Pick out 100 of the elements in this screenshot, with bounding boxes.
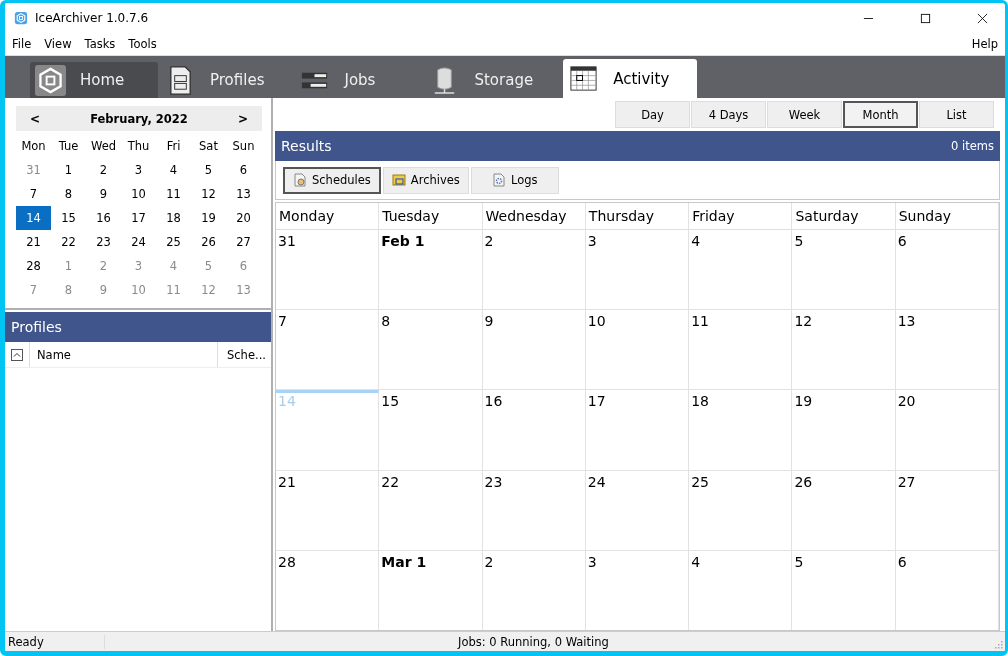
day-cell[interactable]: 20 — [895, 390, 999, 470]
day-cell[interactable]: 28 — [276, 550, 380, 630]
day-cell[interactable]: 23 — [482, 470, 586, 550]
calendar-day[interactable]: 11 — [156, 182, 191, 206]
calendar-day[interactable]: 4 — [156, 158, 191, 182]
calendar-day[interactable]: 10 — [121, 182, 156, 206]
calendar-day[interactable]: 16 — [86, 206, 121, 230]
column-header[interactable]: Name — [29, 342, 217, 367]
day-cell[interactable]: 8 — [379, 310, 483, 390]
day-cell[interactable]: 9 — [482, 310, 586, 390]
calendar-day[interactable]: 24 — [121, 230, 156, 254]
calendar-day[interactable]: 9 — [86, 182, 121, 206]
menu-item[interactable]: View — [40, 37, 76, 51]
calendar-day[interactable]: 14 — [16, 206, 51, 230]
calendar-day[interactable]: 28 — [16, 254, 51, 278]
calendar-day[interactable]: 7 — [16, 278, 51, 302]
calendar-day[interactable]: 3 — [121, 158, 156, 182]
resize-grip-icon[interactable] — [993, 639, 1003, 649]
calendar-day[interactable]: 26 — [191, 230, 226, 254]
day-cell[interactable]: Mar 1 — [379, 550, 483, 630]
day-cell[interactable]: 18 — [689, 390, 793, 470]
collapse-icon[interactable] — [11, 348, 23, 361]
weekday-label: Fri — [166, 139, 181, 153]
calendar-day[interactable]: 12 — [191, 182, 226, 206]
day-cell[interactable]: 5 — [792, 230, 896, 310]
day-cell[interactable]: 22 — [379, 470, 483, 550]
menu-item[interactable]: Help — [967, 37, 1002, 51]
day-cell[interactable]: 6 — [895, 230, 999, 310]
day-cell[interactable]: 7 — [276, 310, 380, 390]
menu-item[interactable]: Tools — [124, 37, 161, 51]
nav-tab[interactable]: Storage — [424, 62, 562, 98]
calendar-day[interactable]: 4 — [156, 254, 191, 278]
calendar-day[interactable]: 1 — [51, 254, 86, 278]
day-cell[interactable]: 2 — [482, 550, 586, 630]
calendar-day[interactable]: 31 — [16, 158, 51, 182]
menu-item[interactable]: Tasks — [80, 37, 120, 51]
view-button[interactable]: Month — [843, 101, 918, 128]
calendar-day[interactable]: 2 — [86, 254, 121, 278]
day-cell[interactable]: 21 — [276, 470, 380, 550]
view-button[interactable]: List — [919, 101, 994, 128]
nav-tab[interactable]: Home — [30, 62, 158, 98]
calendar-day[interactable]: 2 — [86, 158, 121, 182]
weekday-header: Saturday — [792, 203, 896, 229]
nav-tab[interactable]: Activity — [563, 59, 698, 98]
day-cell[interactable]: 15 — [379, 390, 483, 470]
view-button[interactable]: 4 Days — [691, 101, 766, 128]
day-cell[interactable]: 26 — [792, 470, 896, 550]
view-button[interactable]: Week — [767, 101, 842, 128]
calendar-day[interactable]: 18 — [156, 206, 191, 230]
calendar-day[interactable]: 21 — [16, 230, 51, 254]
calendar-day[interactable]: 9 — [86, 278, 121, 302]
day-cell[interactable]: 16 — [482, 390, 586, 470]
calendar-day[interactable]: 6 — [226, 158, 261, 182]
nav-tab[interactable]: Profiles — [160, 62, 293, 98]
day-cell[interactable]: 4 — [689, 230, 793, 310]
day-cell[interactable]: 11 — [689, 310, 793, 390]
calendar-day[interactable]: 3 — [121, 254, 156, 278]
day-cell[interactable]: 12 — [792, 310, 896, 390]
next-month-button[interactable]: > — [233, 111, 252, 126]
calendar-day[interactable]: 8 — [51, 182, 86, 206]
calendar-day[interactable]: 27 — [226, 230, 261, 254]
calendar-day[interactable]: 10 — [121, 278, 156, 302]
day-cell[interactable]: 31 — [276, 230, 380, 310]
calendar-day[interactable]: 5 — [191, 158, 226, 182]
calendar-day[interactable]: 7 — [16, 182, 51, 206]
day-cell[interactable]: 4 — [689, 550, 793, 630]
calendar-day[interactable]: 1 — [51, 158, 86, 182]
day-cell[interactable]: 27 — [895, 470, 999, 550]
view-button[interactable]: Day — [615, 101, 690, 128]
nav-tab[interactable]: Jobs — [294, 62, 423, 98]
calendar-day[interactable]: 17 — [121, 206, 156, 230]
calendar-day[interactable]: 22 — [51, 230, 86, 254]
previous-month-button[interactable]: < — [26, 111, 45, 126]
calendar-day[interactable]: 13 — [226, 182, 261, 206]
results-tab[interactable]: Schedules — [283, 166, 381, 194]
day-cell[interactable]: 2 — [482, 230, 586, 310]
day-cell[interactable]: 6 — [895, 550, 999, 630]
calendar-day[interactable]: 19 — [191, 206, 226, 230]
day-cell[interactable]: Feb 1 — [379, 230, 483, 310]
day-cell[interactable]: 3 — [585, 230, 690, 310]
day-cell[interactable]: 17 — [585, 390, 690, 470]
column-header[interactable]: Sche... — [217, 342, 271, 367]
day-cell[interactable]: 3 — [585, 550, 690, 630]
calendar-day[interactable]: 6 — [226, 254, 261, 278]
results-tab[interactable]: Archives — [382, 166, 469, 194]
day-cell[interactable]: 13 — [895, 310, 999, 390]
calendar-day[interactable]: 12 — [191, 278, 226, 302]
calendar-day[interactable]: 15 — [51, 206, 86, 230]
day-cell[interactable]: 25 — [689, 470, 793, 550]
calendar-day[interactable]: 11 — [156, 278, 191, 302]
day-cell[interactable]: 19 — [792, 390, 896, 470]
calendar-day[interactable]: 23 — [86, 230, 121, 254]
menu-item[interactable]: File — [8, 37, 36, 51]
calendar-day[interactable]: 20 — [226, 206, 261, 230]
day-cell[interactable]: 5 — [792, 550, 896, 630]
calendar-day[interactable]: 8 — [51, 278, 86, 302]
results-tab[interactable]: Logs — [470, 166, 559, 194]
day-cell[interactable]: 10 — [585, 310, 690, 390]
calendar-day[interactable]: 25 — [156, 230, 191, 254]
day-cell[interactable]: 24 — [585, 470, 690, 550]
